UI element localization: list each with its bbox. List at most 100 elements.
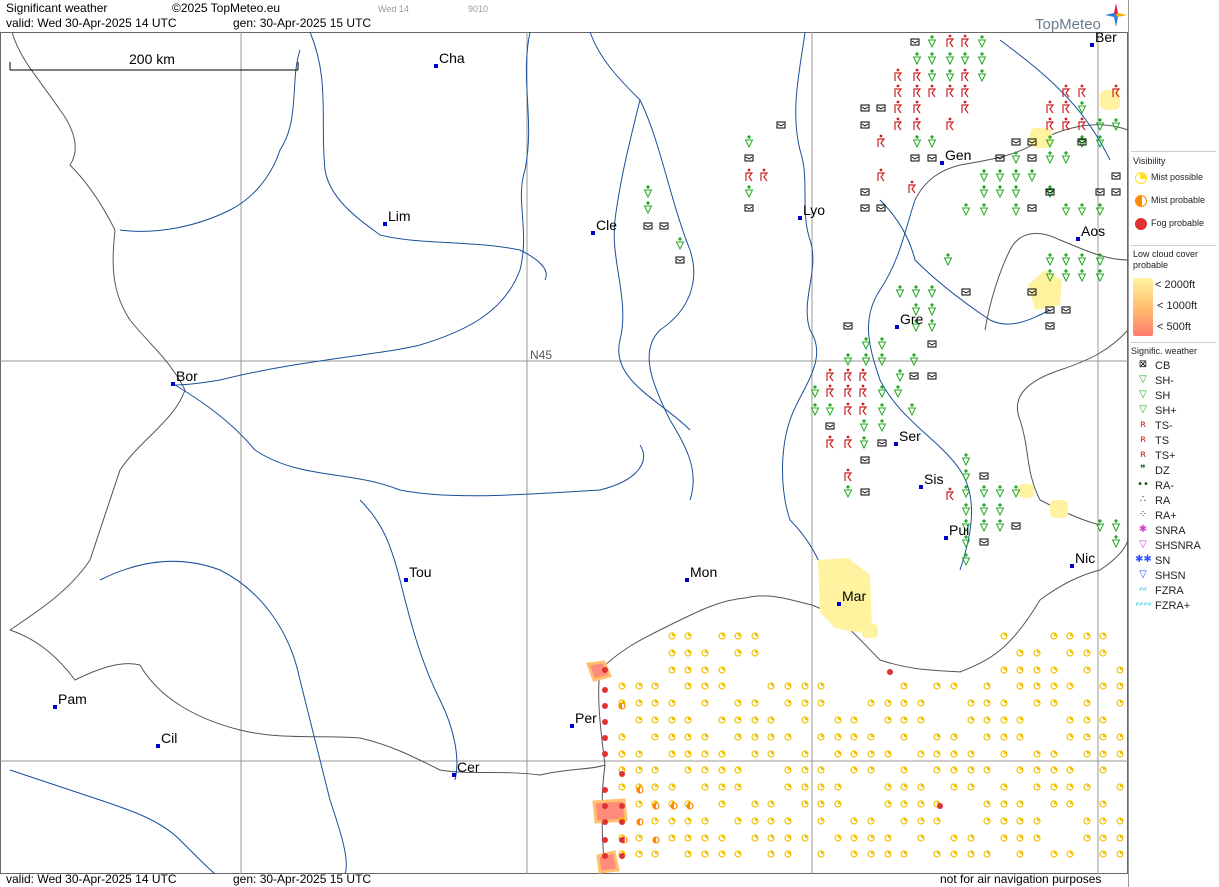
disclaimer: not for air navigation purposes	[940, 872, 1102, 886]
legend-sigwx-label: SHSN	[1155, 570, 1186, 582]
thunderstorm-icon	[844, 384, 853, 398]
mist-possible-icon	[1083, 666, 1091, 674]
legend-lowcloud-label: < 500ft	[1157, 321, 1191, 333]
thunderstorm-icon	[894, 68, 903, 82]
mist-probable-icon	[636, 818, 644, 826]
shower-icon	[979, 169, 989, 183]
mist-possible-icon	[1050, 800, 1058, 808]
mist-possible-icon	[1033, 783, 1041, 791]
mist-possible-icon	[1083, 783, 1091, 791]
mist-possible-icon	[884, 834, 892, 842]
mist-possible-icon	[801, 750, 809, 758]
shower-icon	[843, 353, 853, 367]
shower-icon	[911, 285, 921, 299]
mist-possible-icon	[983, 699, 991, 707]
thunderstorm-icon	[745, 168, 754, 182]
mist-probable-icon	[686, 802, 694, 810]
mist-possible-icon	[668, 716, 676, 724]
fog-probable-icon	[602, 819, 608, 825]
mist-possible-icon	[900, 783, 908, 791]
cb-icon	[860, 104, 870, 112]
shower-icon	[1061, 253, 1071, 267]
mist-possible-icon	[784, 699, 792, 707]
mist-possible-icon	[1000, 733, 1008, 741]
mist-possible-icon	[884, 750, 892, 758]
cb-icon	[877, 439, 887, 447]
mist-possible-icon	[684, 733, 692, 741]
mist-possible-icon	[684, 666, 692, 674]
mist-possible-icon	[734, 699, 742, 707]
city-marker	[434, 64, 438, 68]
mist-possible-icon	[801, 783, 809, 791]
shower-icon	[927, 319, 937, 333]
mist-possible-icon	[884, 716, 892, 724]
mist-possible-icon	[1050, 750, 1058, 758]
mist-possible-icon	[784, 817, 792, 825]
mist-possible-icon	[1033, 666, 1041, 674]
legend-sigwx-label: SNRA	[1155, 525, 1186, 537]
shower-icon	[895, 369, 905, 383]
legend-visibility-label: Mist probable	[1151, 195, 1206, 205]
run-code: 9010	[468, 4, 489, 14]
legend-sigwx-label: SH+	[1155, 405, 1177, 417]
mist-possible-icon	[701, 766, 709, 774]
cb-icon	[1111, 188, 1121, 196]
fog-probable-icon	[602, 719, 608, 725]
thunderstorm-icon	[913, 117, 922, 131]
city-label: Cle	[596, 217, 618, 233]
mist-possible-icon	[1016, 834, 1024, 842]
mist-possible-icon	[850, 733, 858, 741]
shower-icon	[1077, 253, 1087, 267]
mist-possible-icon	[1000, 716, 1008, 724]
mist-possible-icon	[834, 834, 842, 842]
cb-icon	[843, 322, 853, 330]
mist-possible-icon	[668, 632, 676, 640]
thunderstorm-icon	[913, 68, 922, 82]
valid-time: valid: Wed 30-Apr-2025 14 UTC	[6, 16, 177, 30]
shower-icon	[1011, 203, 1021, 217]
shower-icon	[877, 419, 887, 433]
mist-possible-icon	[950, 766, 958, 774]
mist-possible-icon	[967, 850, 975, 858]
rain-heavy-icon: ⁘	[1138, 509, 1148, 520]
legend-lowcloud-label: < 2000ft	[1155, 279, 1196, 291]
shower-icon	[945, 69, 955, 83]
mist-possible-icon	[668, 699, 676, 707]
mist-possible-icon	[635, 750, 643, 758]
weather-map[interactable]: N45 200 km Cha Ber Lim Cle Lyo Gen Aos Gre Bor Se…	[0, 32, 1128, 874]
city-marker	[53, 705, 57, 709]
mist-possible-icon	[635, 716, 643, 724]
shower-icon	[859, 436, 869, 450]
city-label: Mon	[690, 564, 718, 580]
shower-icon	[943, 253, 953, 267]
mist-possible-icon	[734, 632, 742, 640]
fog-probable-icon	[602, 853, 608, 859]
mist-possible-icon	[684, 649, 692, 657]
mist-possible-icon	[967, 766, 975, 774]
thunderstorm-icon	[1046, 117, 1055, 131]
mist-possible-icon	[801, 682, 809, 690]
legend-lowcloud-title: Low cloud cover probable	[1133, 249, 1199, 270]
cb-icon	[1061, 306, 1071, 314]
shower-icon	[909, 353, 919, 367]
thunderstorm-icon: ʀ	[1139, 434, 1147, 445]
fog-probable-icon	[1135, 218, 1147, 230]
mist-probable-icon	[1135, 195, 1147, 207]
mist-possible-icon	[1033, 699, 1041, 707]
thunderstorm-icon	[913, 84, 922, 98]
mist-possible-icon	[718, 750, 726, 758]
mist-possible-icon	[751, 632, 759, 640]
city-label: Lim	[388, 208, 411, 224]
mist-possible-icon	[701, 750, 709, 758]
thunderstorm-heavy-icon: ʀ	[1139, 449, 1147, 460]
cb-icon	[1095, 188, 1105, 196]
shower-icon	[877, 337, 887, 351]
mist-possible-icon	[784, 783, 792, 791]
city-label: Ber	[1095, 32, 1117, 45]
mist-possible-icon	[1099, 632, 1107, 640]
cb-icon	[1027, 154, 1037, 162]
city-label: Lyo	[803, 202, 826, 218]
thunderstorm-icon	[826, 368, 835, 382]
mist-possible-icon	[701, 817, 709, 825]
shower-icon	[1011, 169, 1021, 183]
